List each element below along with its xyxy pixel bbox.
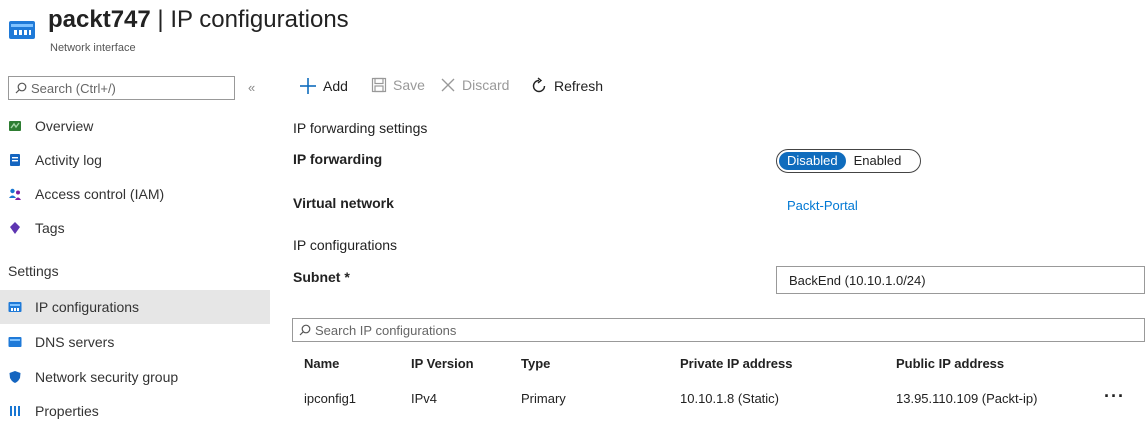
sidebar-item-label: Activity log — [35, 152, 102, 168]
title-separator: | — [150, 6, 171, 33]
cell-type: Primary — [521, 391, 566, 406]
sidebar-item-dns-servers[interactable]: DNS servers — [0, 325, 270, 359]
save-button[interactable]: Save — [371, 77, 425, 93]
sidebar-item-label: DNS servers — [35, 334, 115, 350]
save-label: Save — [393, 77, 425, 93]
ip-config-search-placeholder: Search IP configurations — [315, 322, 457, 338]
sidebar-search-input[interactable]: Search (Ctrl+/) — [8, 76, 235, 100]
virtual-network-label: Virtual network — [293, 195, 394, 211]
sidebar-item-label: Access control (IAM) — [35, 186, 165, 202]
page-name: IP configurations — [170, 6, 349, 33]
sidebar-item-iam[interactable]: Access control (IAM) — [0, 177, 270, 211]
column-header-type: Type — [521, 356, 551, 371]
close-icon — [441, 78, 455, 92]
cell-private-ip: 10.10.1.8 (Static) — [680, 391, 779, 406]
page-title: packt747 | IP configurations — [48, 6, 349, 34]
resource-name: packt747 — [48, 6, 151, 33]
cell-name: ipconfig1 — [304, 391, 357, 406]
column-header-private-ip: Private IP address — [680, 356, 793, 371]
ip-forwarding-label: IP forwarding — [293, 151, 383, 167]
column-header-name: Name — [304, 356, 340, 371]
properties-icon — [8, 404, 22, 418]
sidebar-item-overview[interactable]: Overview — [0, 109, 270, 143]
ip-config-icon — [8, 300, 22, 314]
refresh-button[interactable]: Refresh — [530, 77, 603, 95]
discard-button[interactable]: Discard — [440, 77, 509, 93]
virtual-network-link[interactable]: Packt-Portal — [787, 198, 858, 213]
add-button[interactable]: Add — [299, 77, 348, 95]
sidebar-search-placeholder: Search (Ctrl+/) — [31, 80, 116, 96]
sidebar-item-label: Network security group — [35, 369, 179, 385]
sidebar-item-label: IP configurations — [35, 299, 140, 315]
dns-icon — [8, 335, 22, 349]
sidebar-item-label: Properties — [35, 403, 99, 419]
ip-forwarding-section-heading: IP forwarding settings — [293, 120, 428, 136]
refresh-label: Refresh — [554, 78, 604, 94]
sidebar-item-properties[interactable]: Properties — [0, 394, 270, 422]
cell-ip-version: IPv4 — [411, 391, 438, 406]
ip-config-search-input[interactable]: Search IP configurations — [292, 318, 1145, 342]
plus-icon — [300, 78, 316, 94]
refresh-icon — [532, 77, 546, 93]
save-icon — [371, 77, 387, 93]
sidebar-section-settings: Settings — [8, 263, 59, 279]
sidebar-item-label: Tags — [35, 220, 65, 236]
iam-icon — [8, 187, 22, 201]
sidebar-item-ip-configurations[interactable]: IP configurations — [0, 290, 270, 324]
add-label: Add — [323, 78, 348, 94]
page-subtitle: Network interface — [50, 42, 136, 54]
more-options-icon[interactable]: ··· — [1104, 386, 1125, 407]
ip-configurations-section-heading: IP configurations — [293, 237, 398, 253]
overview-icon — [8, 119, 22, 133]
column-header-ip-version: IP Version — [411, 356, 474, 371]
collapse-sidebar-button[interactable]: « — [248, 80, 255, 95]
subnet-select[interactable]: BackEnd (10.10.1.0/24) — [776, 266, 1145, 294]
discard-label: Discard — [462, 77, 510, 93]
column-header-public-ip: Public IP address — [896, 356, 1005, 371]
sidebar-item-tags[interactable]: Tags — [0, 211, 270, 245]
subnet-label: Subnet * — [293, 269, 350, 285]
tag-icon — [8, 221, 22, 235]
toggle-enabled-option[interactable]: Enabled — [846, 152, 910, 170]
sidebar-item-activity-log[interactable]: Activity log — [0, 143, 270, 177]
sidebar-item-label: Overview — [35, 118, 94, 134]
toggle-disabled-option[interactable]: Disabled — [779, 152, 846, 170]
sidebar-item-network-security-group[interactable]: Network security group — [0, 360, 270, 394]
shield-icon — [8, 370, 22, 384]
network-interface-icon — [9, 21, 35, 39]
ip-forwarding-toggle[interactable]: Disabled Enabled — [776, 149, 921, 173]
cell-public-ip: 13.95.110.109 (Packt-ip) — [896, 391, 1038, 406]
search-icon — [299, 324, 311, 336]
subnet-select-value: BackEnd (10.10.1.0/24) — [789, 272, 926, 288]
activity-log-icon — [8, 153, 22, 167]
search-icon — [15, 82, 27, 94]
